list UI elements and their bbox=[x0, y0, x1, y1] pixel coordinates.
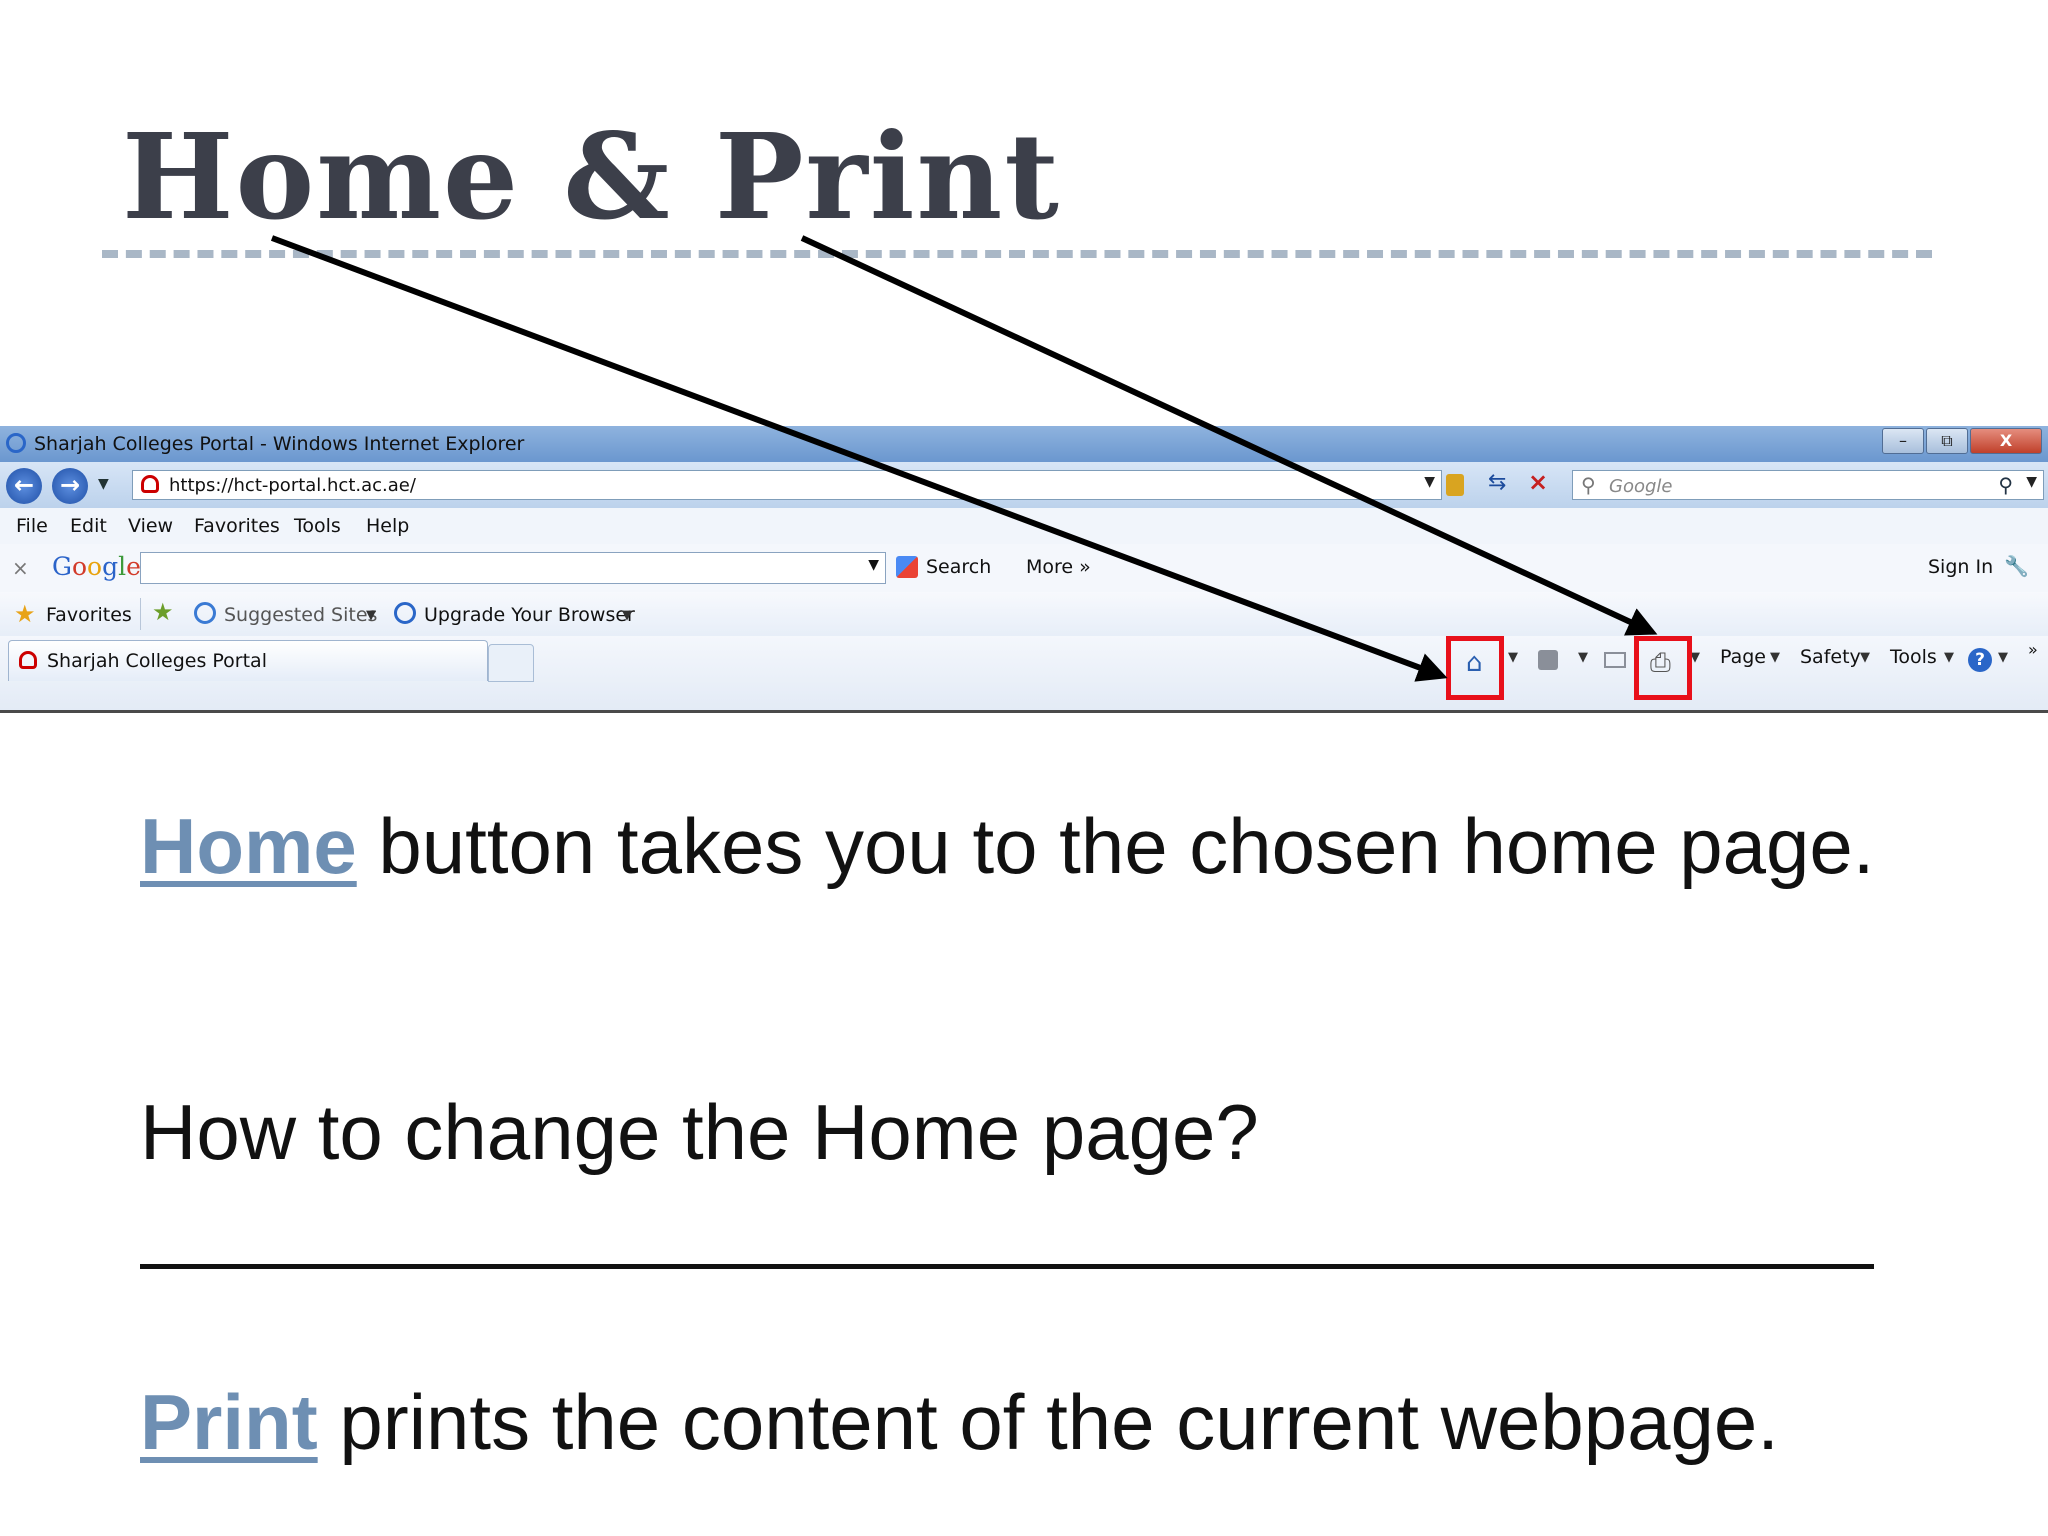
home-arrow bbox=[270, 235, 1448, 682]
print-arrow bbox=[800, 235, 1658, 636]
print-description: Print prints the content of the current … bbox=[140, 1372, 1940, 1472]
print-keyword: Print bbox=[140, 1378, 318, 1466]
callout-arrows bbox=[270, 235, 1658, 682]
home-description: Home button takes you to the chosen home… bbox=[140, 796, 1940, 896]
home-question: How to change the Home page? bbox=[140, 1088, 1259, 1176]
home-keyword: Home bbox=[140, 802, 357, 890]
home-description-text: button takes you to the chosen home page… bbox=[356, 802, 1875, 890]
print-description-text: prints the content of the current webpag… bbox=[317, 1378, 1779, 1466]
answer-blank-line bbox=[140, 1264, 1874, 1269]
